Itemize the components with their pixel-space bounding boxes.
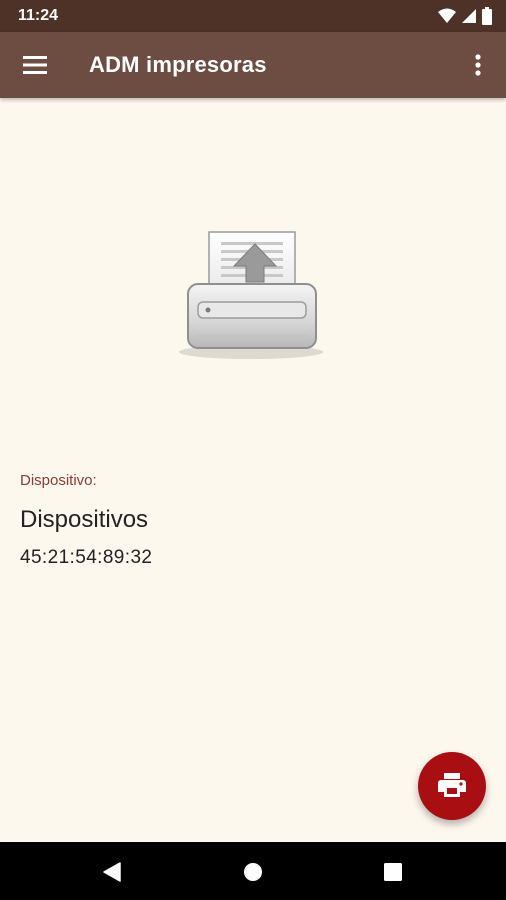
home-icon [244,863,262,881]
system-nav-bar [0,842,506,900]
overflow-menu-button[interactable] [458,42,498,88]
print-button[interactable] [418,752,486,820]
status-time: 11:24 [18,7,59,24]
nav-back-button[interactable] [92,852,132,892]
printer-icon [179,231,323,359]
device-caption: Dispositivo: [20,472,97,489]
wifi-icon [438,8,456,23]
back-icon [103,862,121,882]
app-title: ADM impresoras [89,52,267,77]
recents-icon [384,863,402,881]
hamburger-menu-icon [23,56,47,74]
status-bar: 11:24 [0,0,506,32]
nav-recents-button[interactable] [373,852,413,892]
signal-icon [462,9,476,23]
battery-icon [482,7,492,25]
print-icon [438,773,466,797]
printer-illustration [176,222,326,362]
more-vert-icon [475,54,481,76]
device-name[interactable]: Dispositivos [20,506,148,534]
device-address: 45:21:54:89:32 [20,547,153,568]
status-icons [438,7,492,25]
nav-home-button[interactable] [233,852,273,892]
app-bar: ADM impresoras [0,32,506,98]
menu-button[interactable] [12,42,58,88]
